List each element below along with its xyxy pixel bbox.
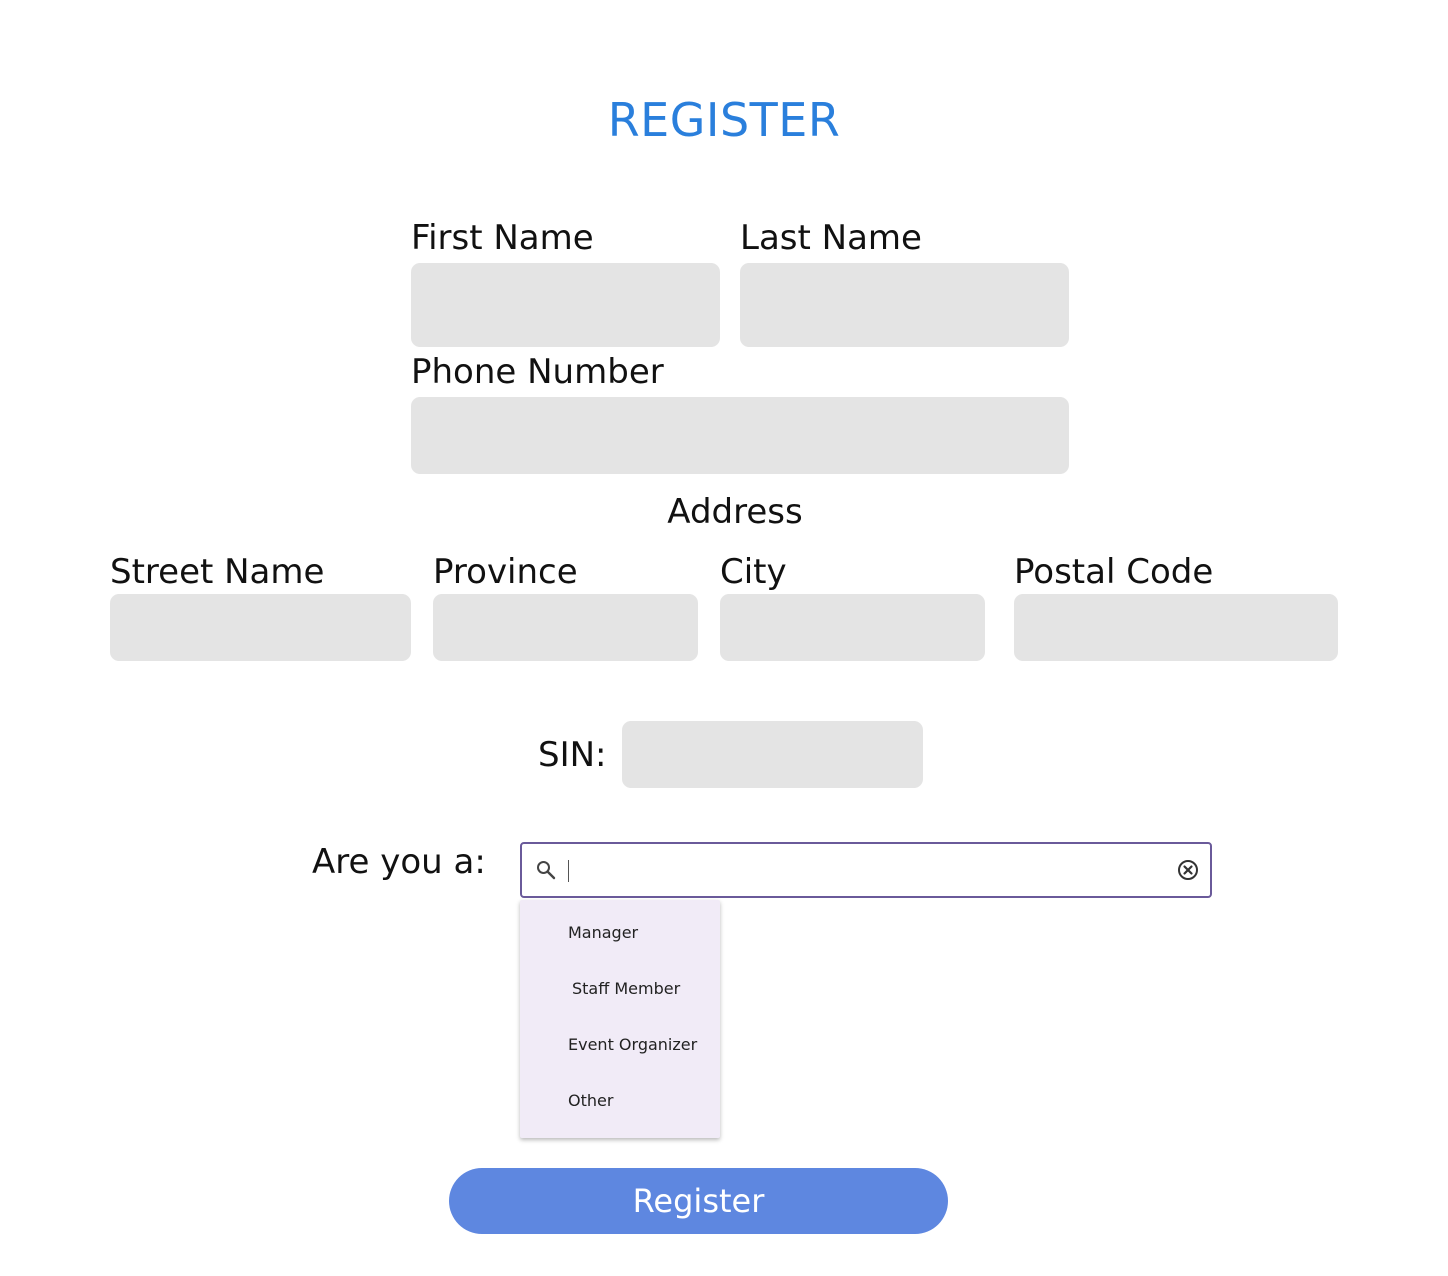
city-label: City <box>720 552 787 592</box>
role-dropdown-menu: Manager Staff Member Event Organizer Oth… <box>520 900 720 1138</box>
phone-number-label: Phone Number <box>411 352 664 392</box>
sin-label: SIN: <box>538 735 607 775</box>
role-option-staff-member[interactable]: Staff Member <box>520 961 772 1017</box>
postal-code-label: Postal Code <box>1014 552 1214 592</box>
last-name-label: Last Name <box>740 218 922 258</box>
role-option-other[interactable]: Other <box>520 1073 768 1129</box>
street-name-label: Street Name <box>110 552 325 592</box>
first-name-field[interactable] <box>411 263 720 347</box>
register-button[interactable]: Register <box>449 1168 948 1234</box>
search-icon <box>537 861 556 880</box>
phone-number-field[interactable] <box>411 397 1069 474</box>
city-field[interactable] <box>720 594 985 661</box>
province-field[interactable] <box>433 594 698 661</box>
role-search-box[interactable] <box>520 842 1212 898</box>
clear-circle-icon[interactable] <box>1176 858 1200 882</box>
province-label: Province <box>433 552 578 592</box>
role-search-input[interactable] <box>566 852 1166 888</box>
first-name-label: First Name <box>411 218 594 258</box>
text-cursor <box>568 860 569 882</box>
sin-field[interactable] <box>622 721 923 788</box>
address-heading: Address <box>667 492 803 532</box>
role-option-event-organizer[interactable]: Event Organizer <box>520 1017 768 1073</box>
last-name-field[interactable] <box>740 263 1069 347</box>
role-option-manager[interactable]: Manager <box>520 905 768 961</box>
street-name-field[interactable] <box>110 594 411 661</box>
postal-code-field[interactable] <box>1014 594 1338 661</box>
role-label: Are you a: <box>312 842 486 882</box>
page-title: REGISTER <box>607 93 841 147</box>
